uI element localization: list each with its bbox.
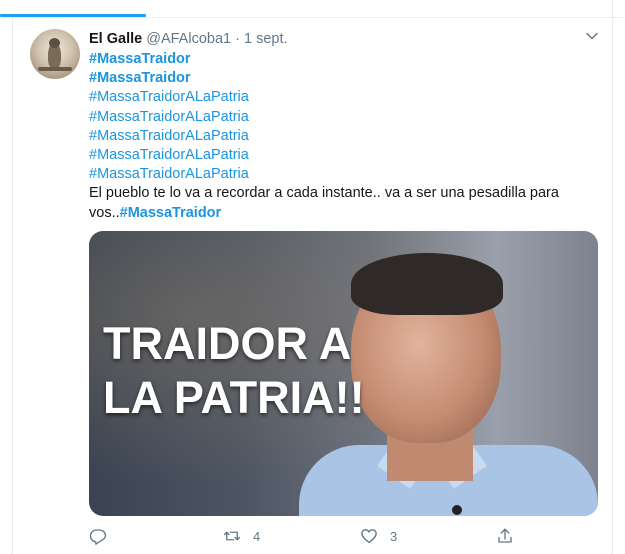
image-caption-line: LA PATRIA!! bbox=[103, 372, 365, 423]
share-icon bbox=[498, 528, 512, 543]
active-tab-indicator bbox=[0, 14, 146, 17]
hashtag-link[interactable]: #MassaTraidor bbox=[120, 205, 222, 221]
avatar[interactable] bbox=[30, 29, 80, 79]
image-hair bbox=[351, 253, 503, 315]
reply-icon bbox=[89, 529, 107, 545]
tweet[interactable]: El Galle @AFAlcoba1 · 1 sept. #MassaTrai… bbox=[13, 19, 612, 554]
chevron-down-icon[interactable] bbox=[585, 29, 599, 43]
divider bbox=[612, 0, 613, 554]
image-caption: TRAIDOR A LA PATRIA!! bbox=[103, 317, 403, 425]
heart-icon bbox=[361, 529, 377, 544]
hashtag-link[interactable]: #MassaTraidor bbox=[89, 51, 191, 67]
body-text: El pueblo te lo va a recordar a cada ins… bbox=[89, 185, 559, 202]
author-handle[interactable]: @AFAlcoba1 bbox=[146, 31, 231, 47]
hashtag-link[interactable]: #MassaTraidor bbox=[89, 70, 191, 86]
retweet-icon bbox=[223, 531, 241, 541]
retweet-button[interactable]: 4 bbox=[223, 524, 260, 548]
tweet-header: El Galle @AFAlcoba1 · 1 sept. bbox=[89, 30, 288, 49]
hashtag-link[interactable]: #MassaTraidorALaPatria bbox=[89, 128, 249, 144]
body-text-end: vos.. bbox=[89, 204, 120, 221]
image-microphone bbox=[452, 505, 462, 515]
tweet-text: #MassaTraidor #MassaTraidor #MassaTraido… bbox=[89, 50, 604, 223]
hashtag-link[interactable]: #MassaTraidorALaPatria bbox=[89, 166, 249, 182]
avatar-perch bbox=[38, 67, 72, 71]
like-count: 3 bbox=[390, 528, 398, 544]
tweet-date[interactable]: 1 sept. bbox=[244, 31, 288, 47]
tweet-image[interactable]: TRAIDOR A LA PATRIA!! bbox=[89, 231, 598, 516]
share-button[interactable] bbox=[496, 524, 526, 548]
author-name[interactable]: El Galle bbox=[89, 31, 142, 47]
hashtag-link[interactable]: #MassaTraidorALaPatria bbox=[89, 109, 249, 125]
hashtag-link[interactable]: #MassaTraidorALaPatria bbox=[89, 147, 249, 163]
separator: · bbox=[235, 31, 240, 47]
retweet-count: 4 bbox=[253, 528, 261, 544]
tab-bar bbox=[0, 0, 625, 18]
like-button[interactable]: 3 bbox=[360, 524, 397, 548]
reply-button[interactable] bbox=[89, 524, 119, 548]
hashtag-link[interactable]: #MassaTraidorALaPatria bbox=[89, 89, 249, 105]
avatar-bird-head bbox=[49, 38, 60, 48]
image-caption-line: TRAIDOR A bbox=[103, 318, 352, 369]
